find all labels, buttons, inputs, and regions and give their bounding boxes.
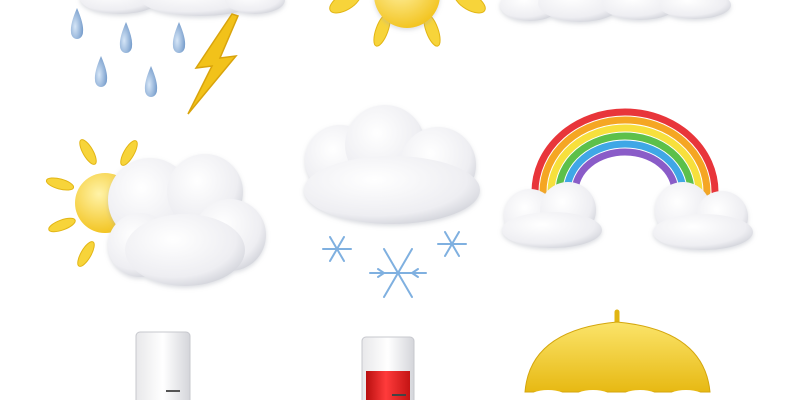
thermometer-cold-icon — [135, 331, 191, 400]
weather-icons-scene — [45, 0, 753, 400]
raindrop-icon — [70, 8, 186, 97]
sun-icon — [329, 0, 486, 47]
clouds-icon — [500, 0, 731, 22]
cloud-icon — [108, 154, 266, 286]
cloud-icon — [304, 105, 480, 224]
snow-cloud-icon — [304, 105, 480, 298]
cloud-icon — [502, 182, 602, 248]
rainbow-icon — [502, 108, 753, 250]
lightning-icon — [187, 13, 240, 115]
cloud-icon — [80, 0, 285, 16]
snowflake-icon — [322, 231, 467, 298]
rain-lightning-icon — [70, 0, 285, 115]
cloud-icon — [653, 182, 753, 250]
partly-cloudy-icon — [45, 139, 266, 286]
umbrella-icon — [524, 309, 711, 400]
thermometer-hot-icon — [361, 336, 415, 400]
